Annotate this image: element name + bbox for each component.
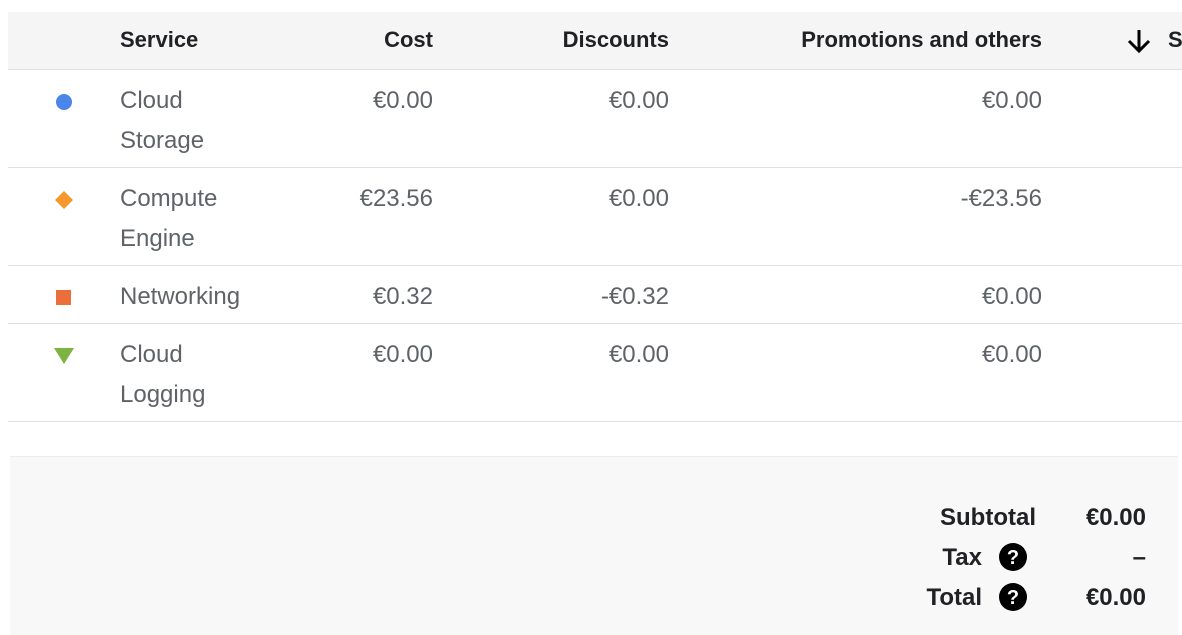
table-row[interactable]: Compute Engine €23.56 €0.00 -€23.56 <box>8 168 1182 266</box>
cost-cell: €0.32 <box>372 283 433 310</box>
square-marker-icon <box>56 290 71 305</box>
table-header: Service Cost Discounts Promotions and ot… <box>8 12 1182 70</box>
promotions-cell: -€23.56 <box>960 185 1042 212</box>
header-discounts[interactable]: Discounts <box>563 27 669 53</box>
table-row[interactable]: Cloud Storage €0.00 €0.00 €0.00 <box>8 70 1182 168</box>
discounts-cell: €0.00 <box>608 341 669 368</box>
help-circle-icon[interactable]: ? <box>998 542 1028 572</box>
header-service[interactable]: Service <box>120 27 198 53</box>
header-cost[interactable]: Cost <box>384 27 433 53</box>
cost-breakdown-table: Service Cost Discounts Promotions and ot… <box>8 12 1182 422</box>
promotions-cell: €0.00 <box>981 341 1042 368</box>
svg-text:?: ? <box>1007 547 1019 569</box>
tax-value: – <box>1132 544 1146 571</box>
circle-marker-icon <box>56 94 72 110</box>
subtotal-label: Subtotal <box>940 504 1036 531</box>
total-label: Total <box>926 584 982 611</box>
promotions-cell: €0.00 <box>981 283 1042 310</box>
service-name: Compute Engine <box>120 185 218 252</box>
cost-cell: €23.56 <box>359 185 433 212</box>
header-promotions[interactable]: Promotions and others <box>801 27 1042 53</box>
header-clipped: S <box>1168 27 1182 52</box>
table-row[interactable]: Cloud Logging €0.00 €0.00 €0.00 <box>8 324 1182 422</box>
service-name: Networking <box>120 283 241 310</box>
totals-summary: Subtotal €0.00 Tax ? – Total ? €0.00 <box>10 456 1178 635</box>
tax-label: Tax <box>942 544 982 571</box>
cost-cell: €0.00 <box>372 87 433 114</box>
total-value: €0.00 <box>1085 584 1146 611</box>
cost-cell: €0.00 <box>372 341 433 368</box>
promotions-cell: €0.00 <box>981 87 1042 114</box>
help-circle-icon[interactable]: ? <box>998 582 1028 612</box>
subtotal-value: €0.00 <box>1085 504 1146 531</box>
table-row[interactable]: Networking €0.32 -€0.32 €0.00 <box>8 266 1182 324</box>
triangle-down-marker-icon <box>54 348 74 364</box>
diamond-marker-icon <box>55 191 73 209</box>
service-name: Cloud Storage <box>120 87 205 154</box>
discounts-cell: €0.00 <box>608 87 669 114</box>
arrow-down-icon[interactable] <box>1124 26 1154 56</box>
service-name: Cloud Logging <box>120 341 206 408</box>
svg-text:?: ? <box>1007 587 1019 609</box>
discounts-cell: -€0.32 <box>600 283 669 310</box>
discounts-cell: €0.00 <box>608 185 669 212</box>
